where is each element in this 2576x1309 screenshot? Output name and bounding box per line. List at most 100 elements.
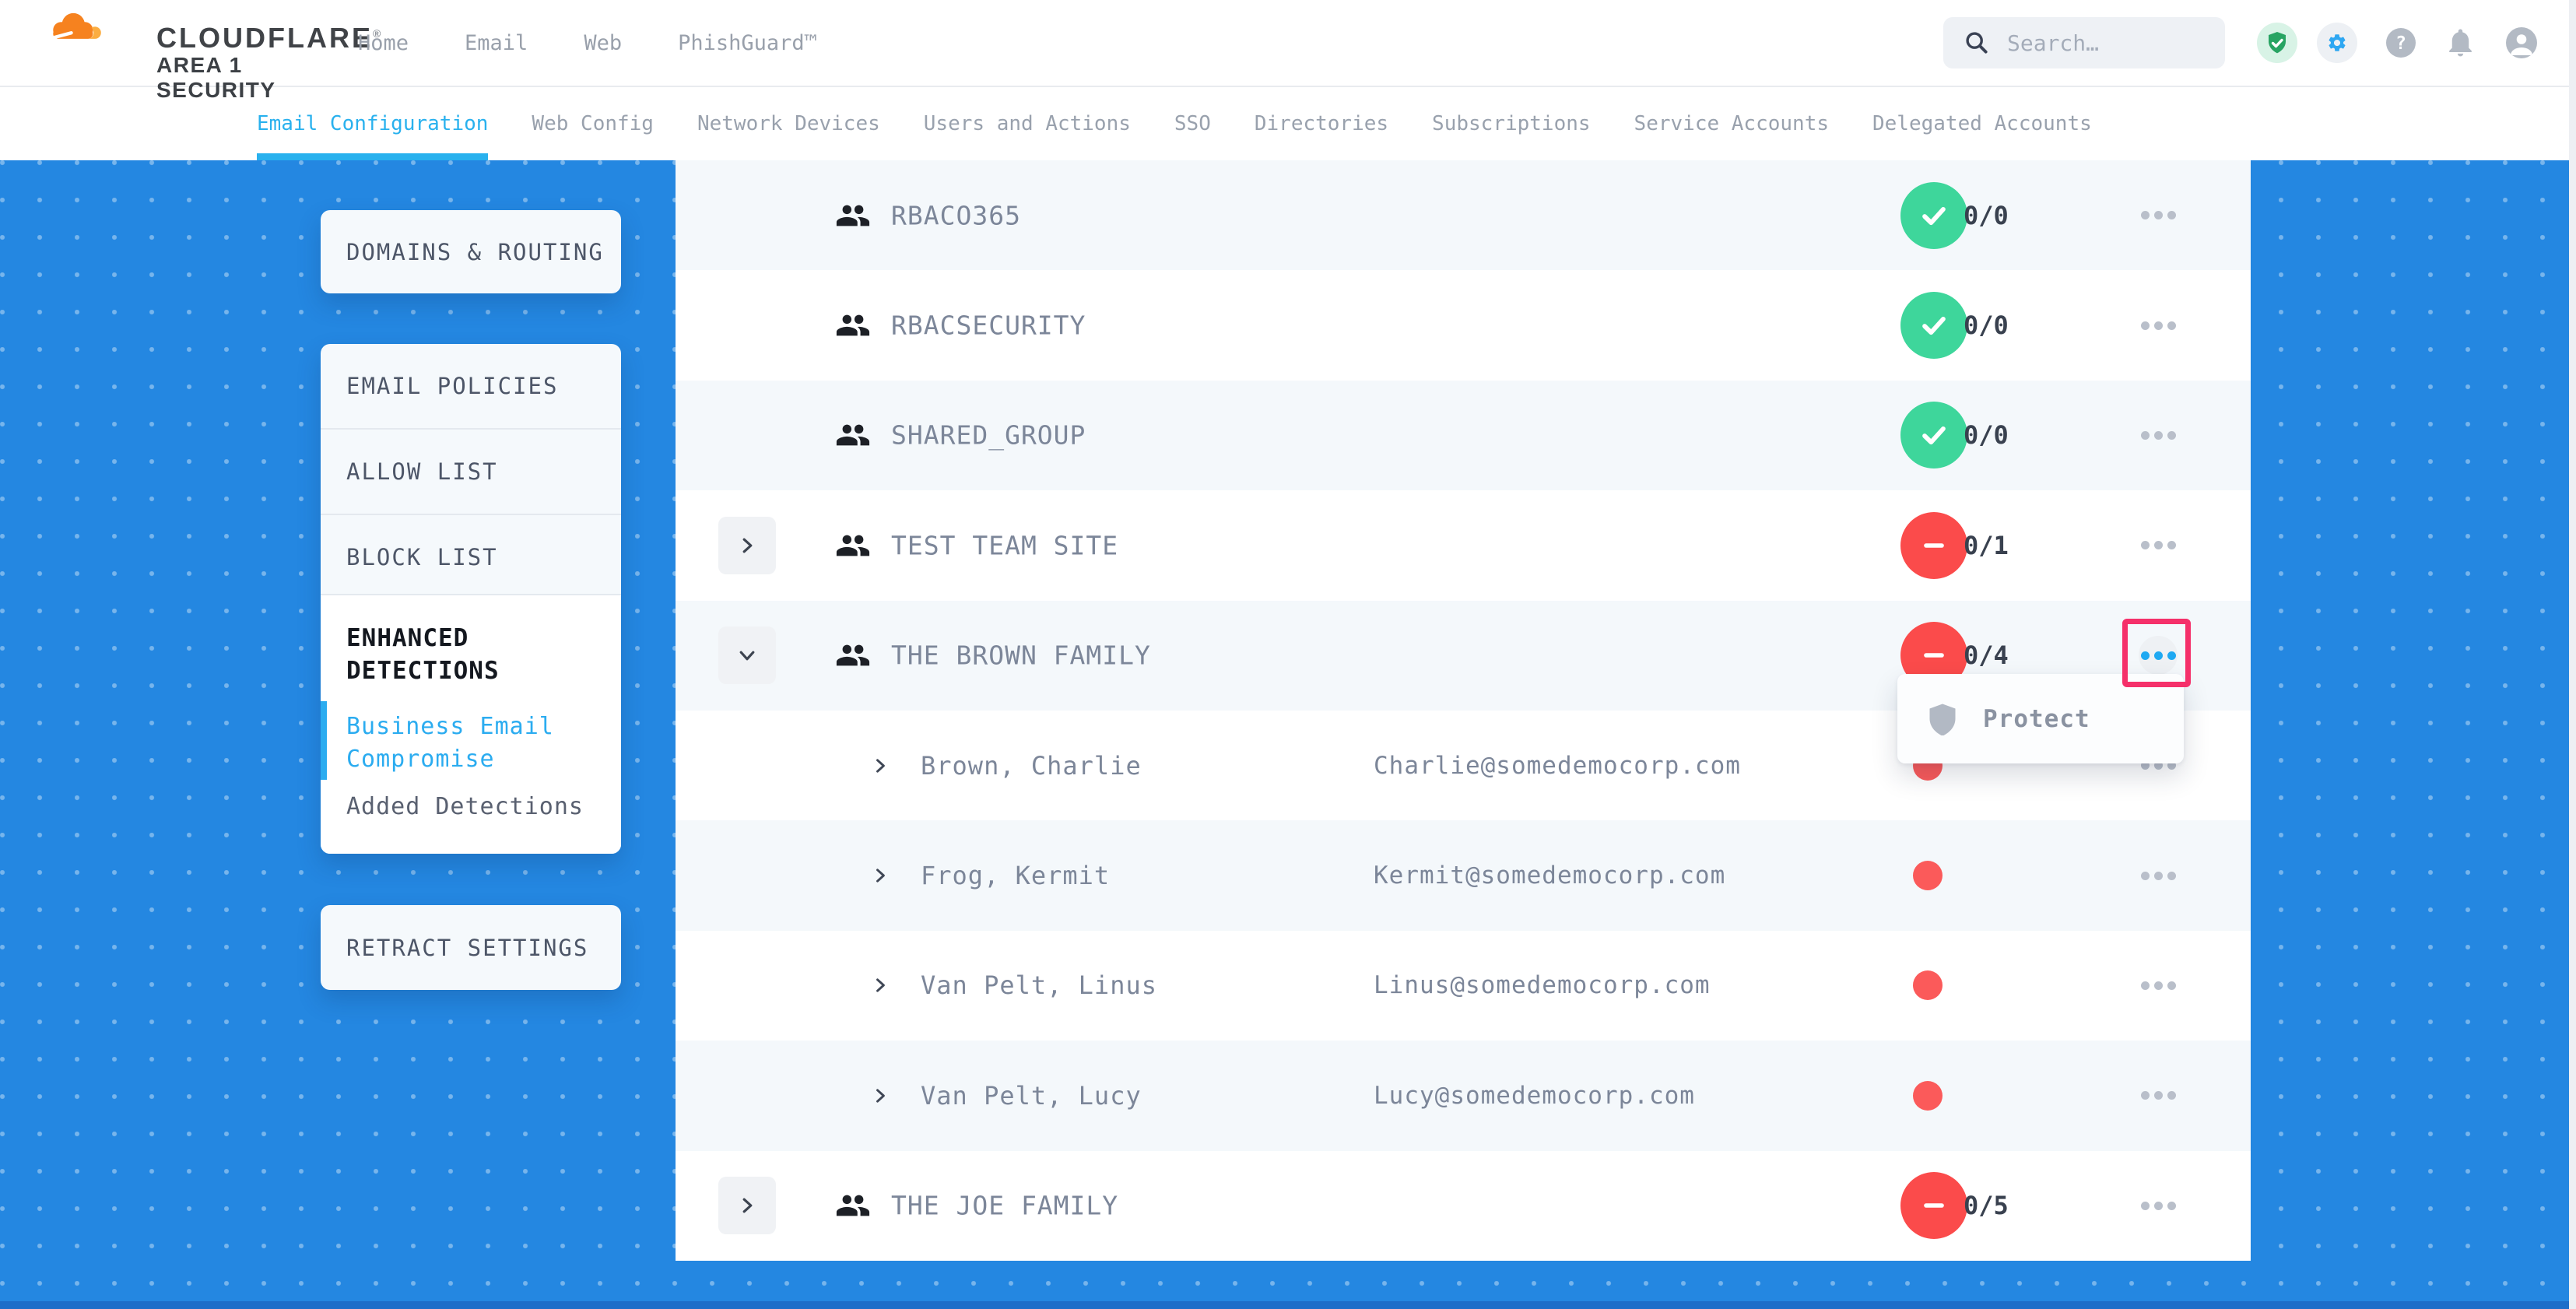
expand-toggle-button[interactable] bbox=[718, 626, 776, 684]
group-icon bbox=[835, 417, 871, 453]
status-protected-icon bbox=[1900, 292, 1967, 359]
member-count: 0/0 bbox=[1964, 420, 2009, 450]
sidebar-card-email-policies: EMAIL POLICIES ALLOW LIST BLOCK LIST ENH… bbox=[321, 344, 621, 854]
status-protected-icon bbox=[1900, 182, 1967, 249]
cloudflare-cloud-icon bbox=[33, 8, 116, 48]
page: CLOUDFLARE® AREA 1 SECURITY Home Email Web… bbox=[0, 0, 2576, 1309]
search-icon bbox=[1964, 30, 1990, 56]
sidebar-item-business-email-compromise[interactable]: Business Email Compromise bbox=[346, 711, 564, 776]
member-count: 0/0 bbox=[1964, 311, 2009, 340]
member-count: 0/4 bbox=[1964, 640, 2009, 670]
status-unprotected-dot bbox=[1913, 1081, 1943, 1111]
svg-text:?: ? bbox=[2395, 33, 2406, 54]
help-icon[interactable]: ? bbox=[2386, 28, 2416, 58]
tab-delegated-accounts[interactable]: Delegated Accounts bbox=[1872, 87, 2092, 160]
settings-gear-icon[interactable] bbox=[2317, 23, 2357, 63]
row-actions-button[interactable] bbox=[2139, 856, 2178, 895]
group-icon bbox=[835, 1188, 871, 1223]
row-actions-button[interactable] bbox=[2139, 526, 2178, 565]
sidebar-item-retract-settings[interactable]: RETRACT SETTINGS bbox=[321, 905, 621, 990]
annotation-highlight-box bbox=[2122, 619, 2191, 687]
member-email: Lucy@somedemocorp.com bbox=[1374, 1082, 1695, 1110]
table-row-group: TEST TEAM SITE0/1 bbox=[676, 490, 2251, 600]
sidebar-item-added-detections[interactable]: Added Detections bbox=[346, 793, 621, 820]
cloudflare-logo: CLOUDFLARE® AREA 1 SECURITY bbox=[33, 5, 298, 82]
group-icon bbox=[835, 637, 871, 673]
brand-product: AREA 1 SECURITY bbox=[156, 53, 298, 103]
member-name: Van Pelt, Lucy bbox=[921, 1081, 1142, 1111]
search-input[interactable] bbox=[2006, 30, 2195, 57]
nav-item-phishguard[interactable]: PhishGuard™ bbox=[678, 31, 817, 55]
row-actions-button[interactable] bbox=[2139, 196, 2178, 235]
brand-name: CLOUDFLARE® bbox=[156, 22, 383, 54]
sidebar-section-enhanced-detections: ENHANCED DETECTIONS Business Email Compr… bbox=[321, 594, 621, 854]
bottom-edge-band bbox=[0, 1301, 2576, 1309]
group-icon bbox=[835, 198, 871, 233]
member-chevron-icon bbox=[872, 867, 889, 884]
row-actions-button[interactable] bbox=[2139, 1186, 2178, 1225]
sidebar-item-block-list[interactable]: BLOCK LIST bbox=[321, 514, 621, 599]
row-context-menu: Protect bbox=[1897, 674, 2184, 763]
menu-item-protect[interactable]: Protect bbox=[1983, 705, 2090, 733]
member-chevron-icon bbox=[872, 977, 889, 994]
tab-sso[interactable]: SSO bbox=[1174, 87, 1211, 160]
tab-directories[interactable]: Directories bbox=[1255, 87, 1388, 160]
sidebar-card-retract-settings: RETRACT SETTINGS bbox=[321, 905, 621, 990]
content-background: DOMAINS & ROUTING EMAIL POLICIES ALLOW L… bbox=[0, 160, 2576, 1309]
member-chevron-icon bbox=[872, 757, 889, 774]
table-row-group: RBACO365 0/0 bbox=[676, 160, 2251, 270]
nav-item-web[interactable]: Web bbox=[584, 31, 622, 55]
status-protected-icon bbox=[1900, 402, 1967, 469]
member-count: 0/1 bbox=[1964, 531, 2009, 560]
active-item-indicator-bar bbox=[321, 701, 327, 780]
status-unprotected-icon bbox=[1900, 1172, 1967, 1239]
sidebar-item-domains-routing[interactable]: DOMAINS & ROUTING bbox=[321, 210, 621, 293]
member-count: 0/0 bbox=[1964, 201, 2009, 230]
expand-toggle-button[interactable] bbox=[718, 517, 776, 574]
tab-network-devices[interactable]: Network Devices bbox=[697, 87, 880, 160]
member-name: Van Pelt, Linus bbox=[921, 970, 1157, 1000]
group-name: RBACO365 bbox=[891, 200, 1021, 230]
top-navigation: Home Email Web PhishGuard™ bbox=[358, 0, 817, 86]
member-email: Charlie@somedemocorp.com bbox=[1374, 752, 1741, 780]
sidebar-card-domains-routing: DOMAINS & ROUTING bbox=[321, 210, 621, 293]
notifications-bell-icon[interactable] bbox=[2444, 26, 2477, 59]
table-row-member: Frog, Kermit Kermit@somedemocorp.com bbox=[676, 820, 2251, 930]
member-chevron-icon bbox=[872, 1087, 889, 1104]
tab-subscriptions[interactable]: Subscriptions bbox=[1432, 87, 1591, 160]
sidebar-item-email-policies[interactable]: EMAIL POLICIES bbox=[321, 344, 621, 428]
nav-item-home[interactable]: Home bbox=[358, 31, 409, 55]
enhanced-detections-title[interactable]: ENHANCED DETECTIONS bbox=[346, 622, 549, 687]
group-name: SHARED_GROUP bbox=[891, 420, 1086, 451]
tab-service-accounts[interactable]: Service Accounts bbox=[1634, 87, 1829, 160]
groups-table-panel: RBACO365 0/0 RBACSECURITY 0/0 SHARED_GROUP 0/… bbox=[676, 160, 2251, 1261]
member-email: Linus@somedemocorp.com bbox=[1374, 971, 1711, 999]
sidebar-item-allow-list[interactable]: ALLOW LIST bbox=[321, 428, 621, 514]
group-name: THE BROWN FAMILY bbox=[891, 640, 1151, 671]
nav-item-email[interactable]: Email bbox=[465, 31, 528, 55]
table-row-member: Van Pelt, Linus Linus@somedemocorp.com bbox=[676, 931, 2251, 1041]
search-box bbox=[1943, 17, 2225, 68]
tab-users-and-actions[interactable]: Users and Actions bbox=[924, 87, 1131, 160]
status-unprotected-icon bbox=[1900, 512, 1967, 579]
row-actions-button[interactable] bbox=[2139, 966, 2178, 1005]
scrollbar[interactable] bbox=[2569, 0, 2576, 1309]
status-unprotected-dot bbox=[1913, 970, 1943, 1000]
row-actions-button[interactable] bbox=[2139, 1076, 2178, 1115]
shield-icon bbox=[1928, 703, 1957, 735]
row-actions-button[interactable] bbox=[2139, 306, 2178, 345]
account-avatar-icon[interactable] bbox=[2506, 27, 2537, 58]
status-unprotected-dot bbox=[1913, 861, 1943, 890]
group-name: RBACSECURITY bbox=[891, 311, 1086, 341]
row-actions-button[interactable] bbox=[2139, 416, 2178, 454]
member-count: 0/5 bbox=[1964, 1191, 2009, 1220]
section-tabs: Email ConfigurationWeb ConfigNetwork Dev… bbox=[0, 87, 2576, 160]
table-row-group: SHARED_GROUP 0/0 bbox=[676, 381, 2251, 490]
member-email: Kermit@somedemocorp.com bbox=[1374, 862, 1725, 890]
member-name: Frog, Kermit bbox=[921, 861, 1110, 890]
member-name: Brown, Charlie bbox=[921, 751, 1142, 781]
app-header: CLOUDFLARE® AREA 1 SECURITY Home Email Web… bbox=[0, 0, 2576, 87]
tab-web-config[interactable]: Web Config bbox=[532, 87, 654, 160]
expand-toggle-button[interactable] bbox=[718, 1177, 776, 1234]
protection-status-icon[interactable] bbox=[2257, 23, 2297, 63]
